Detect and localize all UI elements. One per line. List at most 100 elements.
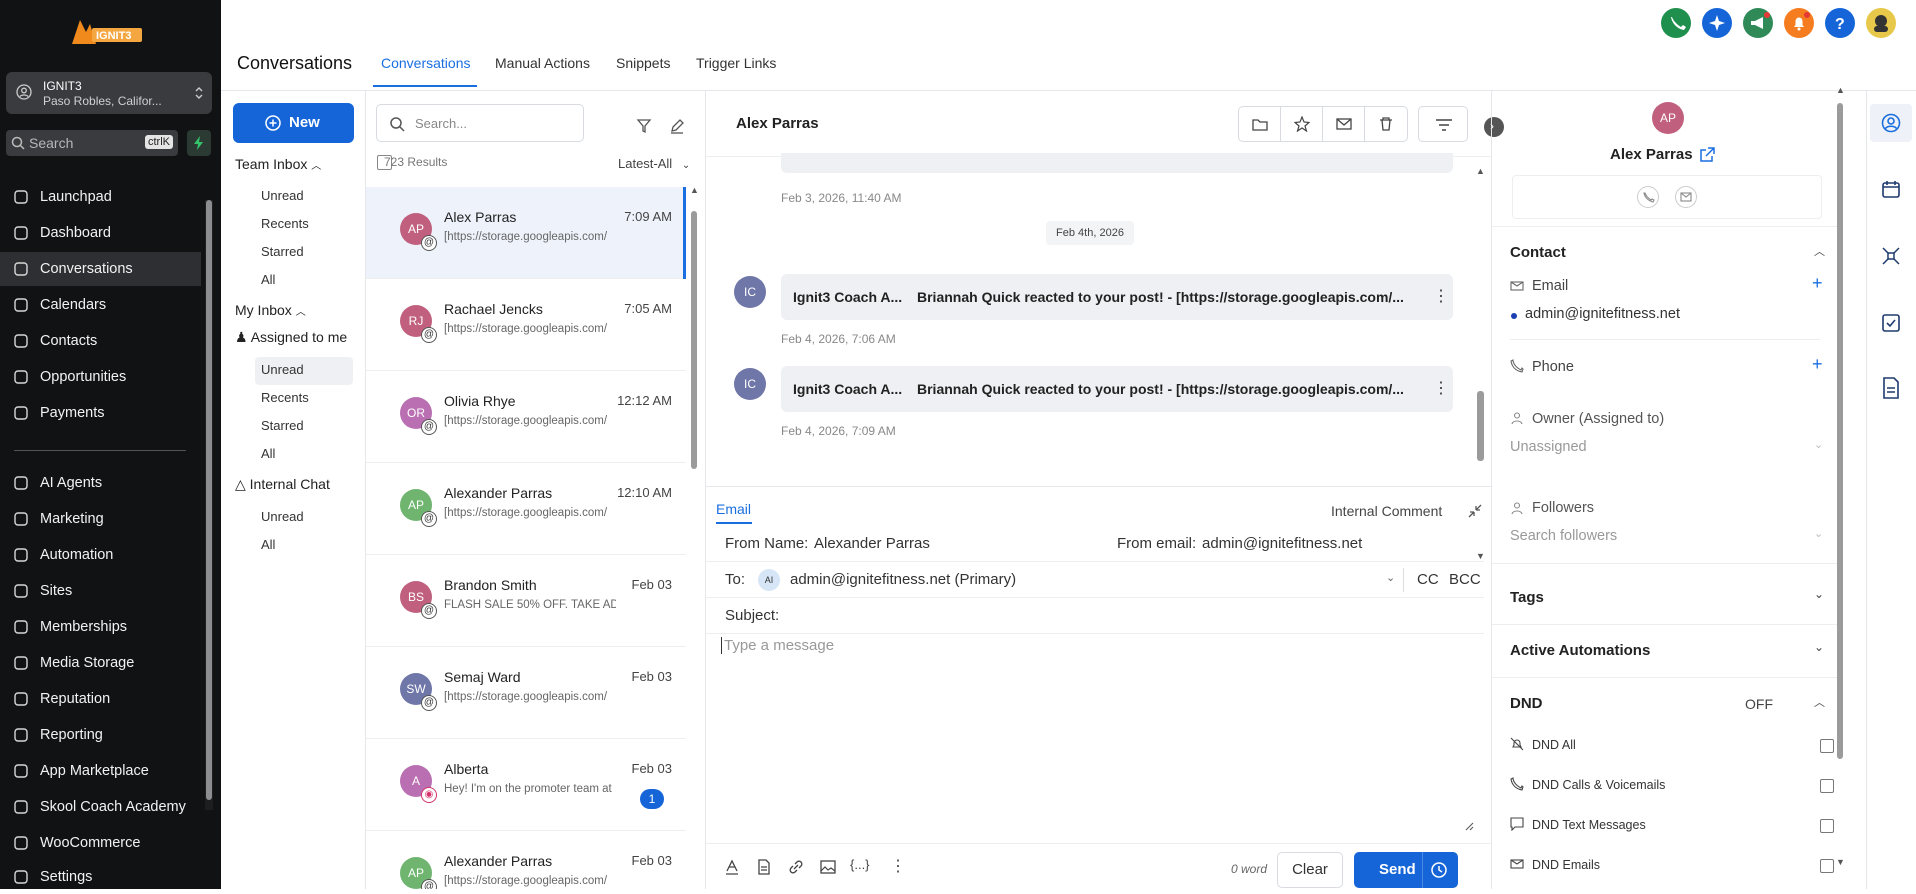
more-vertical-icon[interactable]: ⋮ [890, 856, 906, 876]
dnd-emails-checkbox[interactable] [1820, 859, 1834, 873]
open-contact-icon[interactable] [1699, 147, 1715, 163]
dnd-text-checkbox[interactable] [1820, 819, 1834, 833]
sidebar-item-reporting[interactable]: Reporting [0, 718, 201, 752]
team-inbox-header[interactable]: Team Inbox ︿ [235, 156, 321, 172]
previous-message-card[interactable] [781, 153, 1453, 173]
calendar-icon[interactable] [1881, 179, 1901, 199]
chevron-down-icon[interactable]: ⌄ [1814, 587, 1824, 601]
internal-chat-header[interactable]: △ Internal Chat [235, 476, 330, 493]
internal-unread[interactable]: Unread [261, 509, 304, 524]
message-card[interactable]: Ignit3 Coach A... Briannah Quick reacted … [781, 366, 1453, 412]
sidebar-item-reputation[interactable]: Reputation [0, 682, 201, 716]
team-recents[interactable]: Recents [261, 216, 309, 231]
tab-email[interactable]: Email [716, 501, 751, 517]
sidebar-item-calendars[interactable]: Calendars [0, 288, 201, 322]
quick-actions-button[interactable] [187, 130, 211, 156]
notes-icon[interactable] [1881, 377, 1901, 399]
sort-dropdown[interactable]: Latest-All ⌄ [618, 156, 690, 171]
section-dnd[interactable]: DND [1510, 695, 1543, 712]
owner-select[interactable]: Unassigned [1510, 439, 1587, 455]
assigned-recents[interactable]: Recents [261, 390, 309, 405]
team-unread[interactable]: Unread [261, 188, 304, 203]
chevron-down-icon[interactable]: ⌄ [1814, 640, 1824, 654]
message-card[interactable]: Ignit3 Coach A... Briannah Quick reacted … [781, 274, 1453, 320]
document-icon[interactable] [756, 859, 772, 875]
phone-call-button[interactable] [1661, 8, 1691, 38]
filter-icon[interactable] [636, 118, 652, 134]
schedule-clock-icon[interactable] [1430, 861, 1448, 879]
sidebar-item-opportunities[interactable]: Opportunities [0, 360, 201, 394]
help-button[interactable]: ? [1825, 8, 1855, 38]
move-folder-button[interactable] [1239, 107, 1281, 141]
dnd-calls-checkbox[interactable] [1820, 779, 1834, 793]
star-button[interactable] [1281, 107, 1323, 141]
tab-manual-actions[interactable]: Manual Actions [495, 55, 590, 71]
team-starred[interactable]: Starred [261, 244, 304, 259]
profile-avatar[interactable] [1866, 8, 1896, 38]
assigned-starred[interactable]: Starred [261, 418, 304, 433]
conversation-item[interactable]: AP @ Alex Parras 7:09 AM [https://storage.go… [366, 187, 686, 279]
section-tags[interactable]: Tags [1510, 589, 1544, 606]
to-value[interactable]: admin@ignitefitness.net (Primary) [790, 571, 1016, 588]
from-name-value[interactable]: Alexander Parras [814, 535, 930, 552]
conversation-item[interactable]: RJ @ Rachael Jencks 7:05 AM [https://storage… [366, 279, 686, 371]
assigned-to-me-header[interactable]: ♟ Assigned to me [235, 329, 347, 346]
subject-row[interactable]: Subject: [706, 598, 1484, 634]
message-body-input[interactable]: Type a message [716, 637, 1476, 837]
resize-handle-icon[interactable] [1464, 821, 1474, 831]
from-email-value[interactable]: admin@ignitefitness.net [1202, 535, 1362, 552]
internal-all[interactable]: All [261, 537, 275, 552]
sidebar-item-woocommerce[interactable]: WooCommerce [0, 826, 201, 860]
assigned-unread[interactable]: Unread [261, 362, 304, 377]
conversation-item[interactable]: SW @ Semaj Ward Feb 03 [https://storage.goog… [366, 647, 686, 739]
dnd-all-checkbox[interactable] [1820, 739, 1834, 753]
conversation-item[interactable]: AP @ Alexander Parras 12:10 AM [https://stor… [366, 463, 686, 555]
compose-icon[interactable] [669, 118, 685, 134]
list-scrollbar[interactable]: ▲ [690, 185, 699, 831]
section-active-automations[interactable]: Active Automations [1510, 642, 1650, 659]
image-icon[interactable] [820, 859, 836, 875]
my-inbox-header[interactable]: My Inbox ︿ [235, 302, 306, 318]
chevron-down-icon[interactable]: ⌄ [1814, 438, 1823, 451]
sidebar-item-payments[interactable]: Payments [0, 396, 201, 430]
tab-conversations[interactable]: Conversations [381, 55, 471, 71]
add-phone-icon[interactable]: + [1812, 354, 1823, 375]
cc-button[interactable]: CC [1417, 571, 1439, 588]
tab-internal-comment[interactable]: Internal Comment [1331, 503, 1442, 519]
sidebar-item-media-storage[interactable]: Media Storage [0, 646, 201, 680]
sidebar-item-sites[interactable]: Sites [0, 574, 201, 608]
chevron-down-icon[interactable]: ⌄ [1814, 527, 1823, 540]
section-contact[interactable]: Contact [1510, 244, 1566, 261]
chevron-up-icon[interactable]: ︿ [1814, 694, 1825, 710]
ai-sparkle-button[interactable] [1702, 8, 1732, 38]
brand-logo[interactable]: IGNIT3 [66, 14, 146, 54]
new-conversation-button[interactable]: New [233, 103, 354, 143]
chevron-up-icon[interactable]: ︿ [1814, 243, 1825, 259]
sidebar-item-app-marketplace[interactable]: App Marketplace [0, 754, 201, 788]
chevron-down-icon[interactable]: ⌄ [1386, 571, 1395, 584]
task-check-icon[interactable] [1881, 313, 1901, 333]
more-vertical-icon[interactable]: ⋮ [1433, 378, 1449, 398]
text-format-icon[interactable] [724, 859, 740, 875]
sidebar-item-ai-agents[interactable]: AI Agents [0, 466, 201, 500]
notifications-button[interactable] [1784, 8, 1814, 38]
clear-button[interactable]: Clear [1277, 852, 1343, 888]
email-value[interactable]: admin@ignitefitness.net [1525, 306, 1680, 322]
team-all[interactable]: All [261, 272, 275, 287]
announcements-button[interactable] [1743, 8, 1773, 38]
sidebar-item-skool-coach-academy[interactable]: Skool Coach Academy [0, 790, 201, 824]
panel-scrollbar[interactable]: ▲ ▼ [1836, 85, 1850, 871]
account-switcher[interactable]: IGNIT3 Paso Robles, Califor... [6, 72, 212, 114]
tab-trigger-links[interactable]: Trigger Links [696, 55, 776, 71]
send-button[interactable]: Send [1354, 852, 1458, 888]
email-icon[interactable] [1675, 186, 1697, 208]
sidebar-item-contacts[interactable]: Contacts [0, 324, 201, 358]
minimize-icon[interactable] [1468, 504, 1482, 518]
mark-unread-button[interactable] [1323, 107, 1365, 141]
thread-filter-button[interactable] [1418, 106, 1468, 142]
followers-search-input[interactable]: Search followers [1510, 528, 1617, 544]
sidebar-item-launchpad[interactable]: Launchpad [0, 180, 201, 214]
rail-contact-button[interactable] [1870, 104, 1912, 142]
delete-button[interactable] [1365, 107, 1407, 141]
sidebar-scrollbar[interactable] [205, 200, 213, 810]
